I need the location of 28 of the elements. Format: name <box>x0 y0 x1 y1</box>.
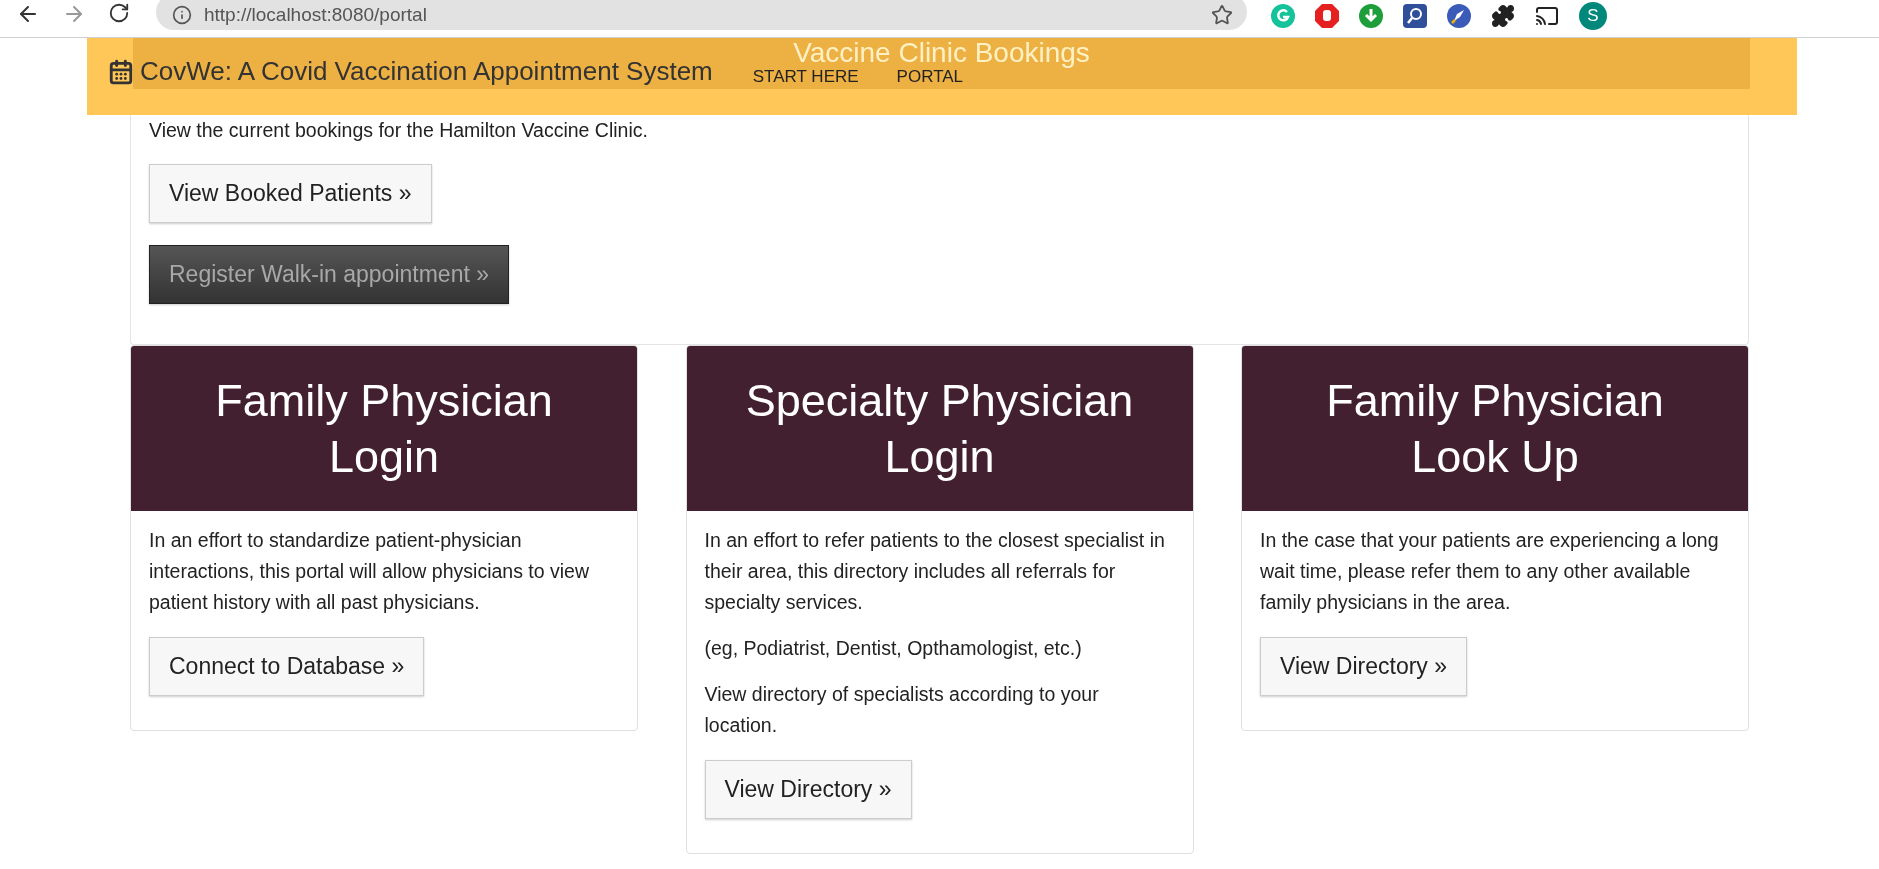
card-title: Family Physician Look Up <box>1242 346 1748 511</box>
card-button[interactable]: Connect to Database » <box>149 637 425 696</box>
card-button[interactable]: View Directory » <box>1260 637 1468 696</box>
magnifier-icon[interactable] <box>1403 4 1427 28</box>
walk-in-button[interactable]: Register Walk-in appointment » <box>149 245 509 304</box>
stop-hand-icon[interactable] <box>1315 4 1339 28</box>
brand-link[interactable]: CovWe: A Covid Vaccination Appointment System <box>108 56 713 87</box>
bookings-text: View the current bookings for the Hamilton Vaccine Clinic. <box>149 118 649 143</box>
card-button[interactable]: View Directory » <box>704 760 912 819</box>
card-text: In an effort to refer patients to the closest specialist in their area, this directory includes all referrals for specialty services. <box>704 528 1166 615</box>
download-icon[interactable] <box>1359 4 1383 28</box>
info-icon[interactable] <box>172 5 192 25</box>
card-title: Family Physician Login <box>131 346 637 511</box>
card-text: In the case that your patients are experiencing a long wait time, please refer them to any other available family physicians in the area. <box>1260 528 1720 615</box>
puzzle-icon[interactable] <box>1491 4 1515 28</box>
address-bar[interactable]: http://localhost:8080/portal <box>156 0 1247 30</box>
nav-link[interactable]: PORTAL <box>896 67 964 87</box>
calendar-icon <box>108 58 134 85</box>
cast-icon[interactable] <box>1535 4 1559 28</box>
page-heading: Vaccine Clinic Bookings <box>793 38 1090 69</box>
profile-avatar[interactable]: S <box>1579 2 1607 30</box>
card-text: (eg, Podiatrist, Dentist, Opthamologist, etc.) <box>704 636 1082 661</box>
card-title: Specialty Physician Login <box>686 346 1193 511</box>
card-text: View directory of specialists according to your location. <box>704 682 1100 738</box>
view-patients-button[interactable]: View Booked Patients » <box>149 164 432 223</box>
card-text: In an effort to standardize patient-physician interactions, this portal will allow physicians to view patient history with all past physicians. <box>149 528 591 615</box>
star-icon[interactable] <box>1211 4 1233 26</box>
nav-link[interactable]: START HERE <box>752 67 859 87</box>
